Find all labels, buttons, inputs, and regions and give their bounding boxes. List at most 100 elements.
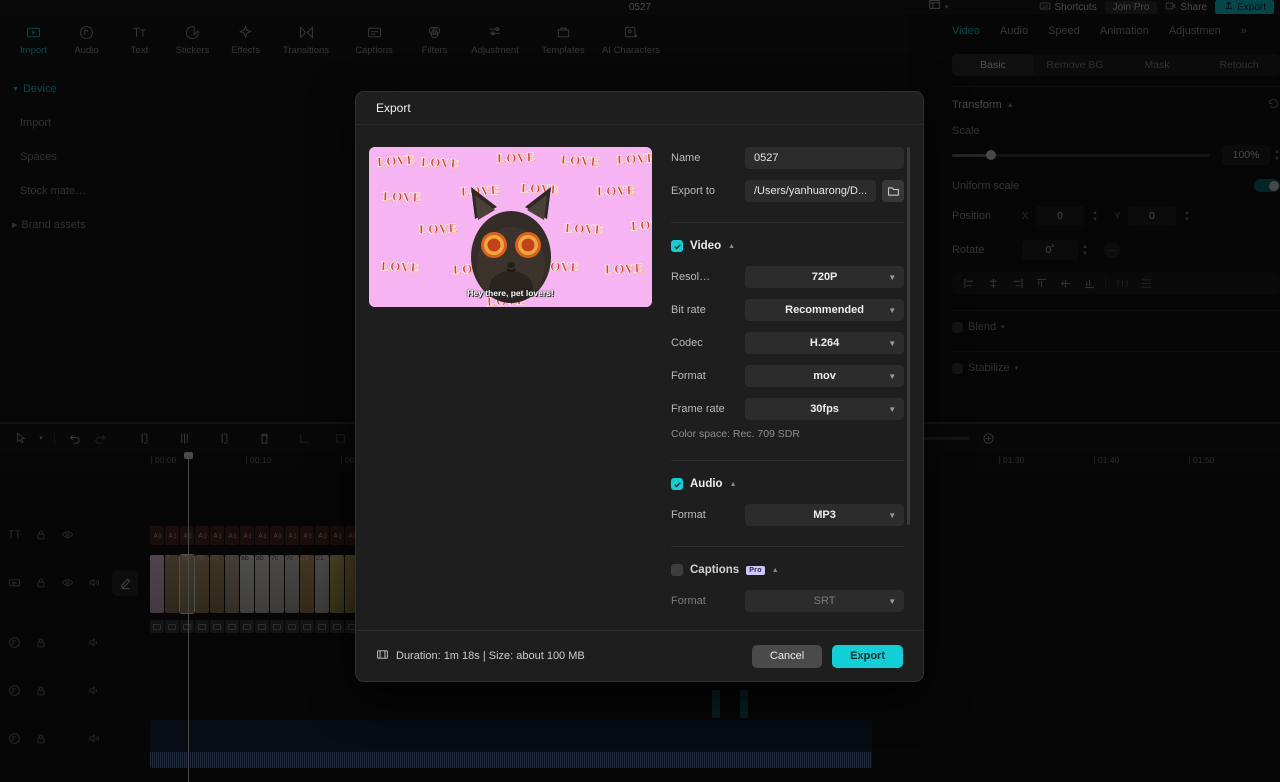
align-bottom-icon[interactable] xyxy=(1078,275,1100,291)
toolbar-item-import[interactable]: Import xyxy=(8,20,59,56)
split-icon[interactable] xyxy=(171,428,197,448)
zoom-in-icon[interactable] xyxy=(975,428,1001,448)
video-clip[interactable]: 75 xyxy=(210,555,224,613)
codec-select[interactable]: H.264 ▼ xyxy=(745,332,904,354)
captions-checkbox[interactable] xyxy=(671,564,683,576)
share-button[interactable]: Share xyxy=(1165,0,1207,15)
toolbar-item-text[interactable]: Text xyxy=(114,20,165,56)
rotate-stepper[interactable]: ▲▼ xyxy=(1082,244,1088,257)
caption-clip[interactable] xyxy=(285,620,299,633)
caption-clip[interactable] xyxy=(240,620,254,633)
text-clip[interactable] xyxy=(165,526,179,545)
caption-clip[interactable] xyxy=(195,620,209,633)
split-right-icon[interactable] xyxy=(211,428,237,448)
audio-clip-waveform[interactable] xyxy=(150,720,872,768)
lock-icon[interactable] xyxy=(35,576,47,594)
caption-clip[interactable] xyxy=(210,620,224,633)
align-center-horizontal-icon[interactable] xyxy=(982,275,1004,291)
video-clip[interactable]: 3b xyxy=(150,555,164,613)
export-to-input[interactable]: /Users/yanhuarong/D... xyxy=(745,180,876,202)
rotate-dial-icon[interactable]: — xyxy=(1104,242,1120,258)
edit-clip-button[interactable] xyxy=(112,570,138,596)
chevron-down-icon[interactable]: ▾ xyxy=(945,3,949,11)
delete-icon[interactable] xyxy=(251,428,277,448)
tab-speed[interactable]: Speed xyxy=(1048,25,1080,37)
folder-icon[interactable] xyxy=(882,180,904,202)
lock-icon[interactable] xyxy=(35,528,47,546)
export-button[interactable]: Export xyxy=(832,645,903,668)
scale-value[interactable]: 100% xyxy=(1222,145,1270,165)
uniform-scale-toggle[interactable] xyxy=(1254,179,1280,192)
text-clip[interactable] xyxy=(255,526,269,545)
text-clip[interactable] xyxy=(300,526,314,545)
subtab-retouch[interactable]: Retouch xyxy=(1198,54,1280,76)
distribute-vertical-icon[interactable] xyxy=(1135,275,1157,291)
toolbar-item-transitions[interactable]: Transitions xyxy=(273,20,339,56)
caption-clip[interactable] xyxy=(225,620,239,633)
scale-stepper[interactable]: ▲▼ xyxy=(1274,149,1280,162)
tool-dropdown-icon[interactable]: ▾ xyxy=(34,428,48,448)
caption-clip[interactable] xyxy=(165,620,179,633)
caption-clip[interactable] xyxy=(315,620,329,633)
caption-clip[interactable] xyxy=(300,620,314,633)
cancel-button[interactable]: Cancel xyxy=(752,645,822,668)
chevron-up-icon[interactable]: ▲ xyxy=(730,481,737,488)
text-clip[interactable] xyxy=(210,526,224,545)
toolbar-item-ai-characters[interactable]: AI Characters xyxy=(598,20,664,56)
chevron-up-icon[interactable]: ▲ xyxy=(728,243,735,250)
join-pro-button[interactable]: Join Pro xyxy=(1105,1,1158,14)
mute-icon[interactable] xyxy=(88,576,101,594)
toolbar-item-audio[interactable]: Audio xyxy=(61,20,112,56)
text-clip[interactable] xyxy=(330,526,344,545)
redo-icon[interactable] xyxy=(87,428,113,448)
text-clip[interactable] xyxy=(150,526,164,545)
video-clip[interactable]: 7 xyxy=(165,555,179,613)
video-clip[interactable]: ab xyxy=(240,555,254,613)
text-clip[interactable] xyxy=(240,526,254,545)
playhead[interactable] xyxy=(188,452,189,782)
audio-clip-small[interactable] xyxy=(712,690,720,718)
align-left-icon[interactable] xyxy=(958,275,980,291)
subtab-basic[interactable]: Basic xyxy=(952,54,1034,76)
sidebar-item-stock-materials[interactable]: Stock mate… xyxy=(8,174,104,208)
select-tool-icon[interactable] xyxy=(8,428,34,448)
toolbar-item-stickers[interactable]: Stickers xyxy=(167,20,218,56)
tab-animation[interactable]: Animation xyxy=(1100,25,1149,37)
name-input[interactable]: 0527 xyxy=(745,147,904,169)
caption-clip[interactable] xyxy=(180,620,194,633)
video-clip[interactable]: 5E xyxy=(330,555,344,613)
mute-icon[interactable] xyxy=(88,636,101,654)
more-tabs-icon[interactable]: » xyxy=(1241,25,1247,37)
visibility-icon[interactable] xyxy=(61,528,74,546)
sidebar-item-spaces[interactable]: Spaces xyxy=(8,140,104,174)
text-clip[interactable] xyxy=(180,526,194,545)
text-clip[interactable] xyxy=(195,526,209,545)
framerate-select[interactable]: 30fps ▼ xyxy=(745,398,904,420)
video-clip[interactable]: 21 xyxy=(300,555,314,613)
position-y-stepper[interactable]: ▲▼ xyxy=(1184,210,1190,223)
captions-format-select[interactable]: SRT ▼ xyxy=(745,590,904,612)
video-clip[interactable]: 7c xyxy=(285,555,299,613)
video-clip[interactable]: 7c xyxy=(270,555,284,613)
position-x-input[interactable]: 0 xyxy=(1036,206,1084,226)
text-clip[interactable] xyxy=(270,526,284,545)
caption-clip[interactable] xyxy=(330,620,344,633)
distribute-horizontal-icon[interactable] xyxy=(1111,275,1133,291)
position-x-stepper[interactable]: ▲▼ xyxy=(1092,210,1098,223)
blend-checkbox[interactable] xyxy=(952,322,963,333)
video-clip[interactable]: ab xyxy=(255,555,269,613)
text-clip[interactable] xyxy=(315,526,329,545)
audio-format-select[interactable]: MP3 ▼ xyxy=(745,504,904,526)
align-right-icon[interactable] xyxy=(1006,275,1028,291)
subtab-mask[interactable]: Mask xyxy=(1116,54,1198,76)
video-clip[interactable]: 75 xyxy=(195,555,209,613)
align-middle-icon[interactable] xyxy=(1054,275,1076,291)
video-checkbox[interactable] xyxy=(671,240,683,252)
toolbar-item-filters[interactable]: Filters xyxy=(409,20,460,56)
lock-icon[interactable] xyxy=(35,636,47,654)
align-top-icon[interactable] xyxy=(1030,275,1052,291)
subtab-remove-bg[interactable]: Remove BG xyxy=(1034,54,1116,76)
split-left-icon[interactable] xyxy=(131,428,157,448)
format-select[interactable]: mov ▼ xyxy=(745,365,904,387)
caption-clip[interactable] xyxy=(270,620,284,633)
